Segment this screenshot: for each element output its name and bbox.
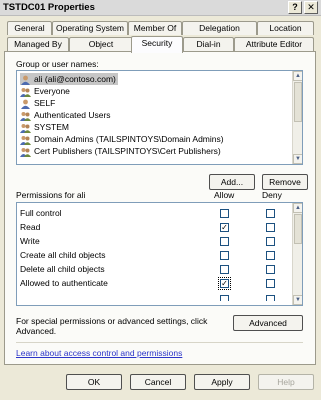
group-icon — [20, 87, 31, 97]
deny-checkbox[interactable] — [266, 279, 275, 288]
permission-row: Allowed to authenticate ✓ — [20, 277, 290, 290]
deny-checkbox[interactable] — [266, 237, 275, 246]
scroll-up-arrow-icon[interactable]: ▲ — [293, 71, 302, 81]
tab-member-of[interactable]: Member Of — [128, 21, 182, 35]
permission-row: Full control — [20, 207, 290, 219]
close-title-button[interactable]: ✕ — [304, 1, 318, 14]
deny-column-label: Deny — [262, 190, 282, 200]
deny-checkbox[interactable] — [266, 223, 275, 232]
permission-name: Allowed to authenticate — [20, 278, 108, 288]
deny-checkbox[interactable] — [266, 209, 275, 218]
user-icon — [21, 75, 30, 85]
tab-location[interactable]: Location — [257, 21, 314, 35]
apply-button[interactable]: Apply — [194, 374, 250, 390]
allow-checkbox[interactable] — [220, 295, 229, 301]
allow-checkbox[interactable] — [220, 265, 229, 274]
permission-name: Read — [20, 222, 41, 232]
list-item[interactable]: Cert Publishers (TAILSPINTOYS\Cert Publi… — [20, 145, 221, 157]
principals-list[interactable]: ali (ali@contoso.com) Everyone SELF Auth… — [16, 70, 303, 165]
allow-checkbox[interactable] — [220, 209, 229, 218]
tab-object[interactable]: Object — [69, 37, 133, 51]
permission-row-partial — [20, 291, 290, 301]
tab-security[interactable]: Security — [131, 36, 183, 53]
principal-name: Authenticated Users — [34, 110, 111, 120]
tab-managed-by[interactable]: Managed By — [7, 37, 69, 51]
user-icon — [21, 99, 30, 109]
permission-name: Full control — [20, 208, 62, 218]
principal-name: SYSTEM — [34, 122, 69, 132]
list-item[interactable]: SELF — [20, 97, 55, 109]
allow-checkbox[interactable]: ✓ — [218, 277, 231, 290]
principal-name: SELF — [34, 98, 56, 108]
permissions-scrollbar[interactable]: ▲ ▼ — [292, 203, 302, 305]
principal-name: Domain Admins (TAILSPINTOYS\Domain Admin… — [34, 134, 224, 144]
allow-checkbox[interactable] — [220, 251, 229, 260]
cancel-button[interactable]: Cancel — [130, 374, 186, 390]
help-title-button[interactable]: ? — [288, 1, 302, 14]
allow-checkbox[interactable]: ✓ — [220, 223, 229, 232]
deny-checkbox[interactable] — [266, 265, 275, 274]
permission-name: Create all child objects — [20, 250, 106, 260]
advanced-hint-line1: For special permissions or advanced sett… — [16, 316, 208, 326]
window-title: TSTDC01 Properties — [3, 2, 95, 13]
group-icon — [20, 135, 31, 145]
group-icon — [20, 111, 31, 121]
deny-checkbox[interactable] — [266, 295, 275, 301]
ok-button[interactable]: OK — [66, 374, 122, 390]
allow-column-label: Allow — [214, 190, 235, 200]
permission-row: Read ✓ — [20, 221, 290, 233]
permission-name: Delete all child objects — [20, 264, 105, 274]
scroll-down-arrow-icon[interactable]: ▼ — [293, 295, 302, 305]
tab-operating-system[interactable]: Operating System — [52, 21, 128, 35]
help-button[interactable]: Help — [258, 374, 314, 390]
tab-dial-in[interactable]: Dial-in — [183, 37, 234, 51]
permission-row: Write — [20, 235, 290, 247]
properties-dialog: TSTDC01 Properties ? ✕ General Operating… — [0, 0, 321, 400]
scroll-thumb[interactable] — [294, 214, 302, 244]
permission-row: Create all child objects — [20, 249, 290, 261]
scroll-up-arrow-icon[interactable]: ▲ — [293, 203, 302, 213]
principals-scrollbar[interactable]: ▲ ▼ — [292, 71, 302, 164]
scroll-down-arrow-icon[interactable]: ▼ — [293, 154, 302, 164]
permissions-label: Permissions for ali — [16, 190, 86, 200]
add-button[interactable]: Add... — [209, 174, 255, 190]
tab-delegation[interactable]: Delegation — [182, 21, 257, 35]
advanced-button[interactable]: Advanced — [233, 315, 303, 331]
list-item[interactable]: SYSTEM — [20, 121, 69, 133]
permissions-list[interactable]: Full control Read ✓ Write Create all chi… — [16, 202, 303, 306]
title-bar[interactable]: TSTDC01 Properties ? ✕ — [0, 0, 321, 16]
permission-name: Write — [20, 236, 40, 246]
principal-name: Cert Publishers (TAILSPINTOYS\Cert Publi… — [34, 146, 221, 156]
tab-general[interactable]: General — [7, 21, 52, 35]
principal-name: Everyone — [34, 86, 70, 96]
remove-button[interactable]: Remove — [262, 174, 308, 190]
tab-attribute-editor[interactable]: Attribute Editor — [234, 37, 314, 51]
permission-row: Delete all child objects — [20, 263, 290, 275]
scroll-thumb[interactable] — [294, 82, 302, 122]
learn-more-link[interactable]: Learn about access control and permissio… — [16, 348, 182, 358]
list-item[interactable]: Domain Admins (TAILSPINTOYS\Domain Admin… — [20, 133, 224, 145]
list-item[interactable]: ali (ali@contoso.com) — [20, 73, 118, 85]
group-icon — [20, 123, 31, 133]
deny-checkbox[interactable] — [266, 251, 275, 260]
principal-name: ali (ali@contoso.com) — [34, 74, 116, 84]
list-item[interactable]: Everyone — [20, 85, 70, 97]
group-names-label: Group or user names: — [16, 59, 99, 69]
group-icon — [20, 147, 31, 157]
divider — [16, 342, 303, 343]
advanced-hint-line2: Advanced. — [16, 326, 57, 336]
list-item[interactable]: Authenticated Users — [20, 109, 111, 121]
allow-checkbox[interactable] — [220, 237, 229, 246]
